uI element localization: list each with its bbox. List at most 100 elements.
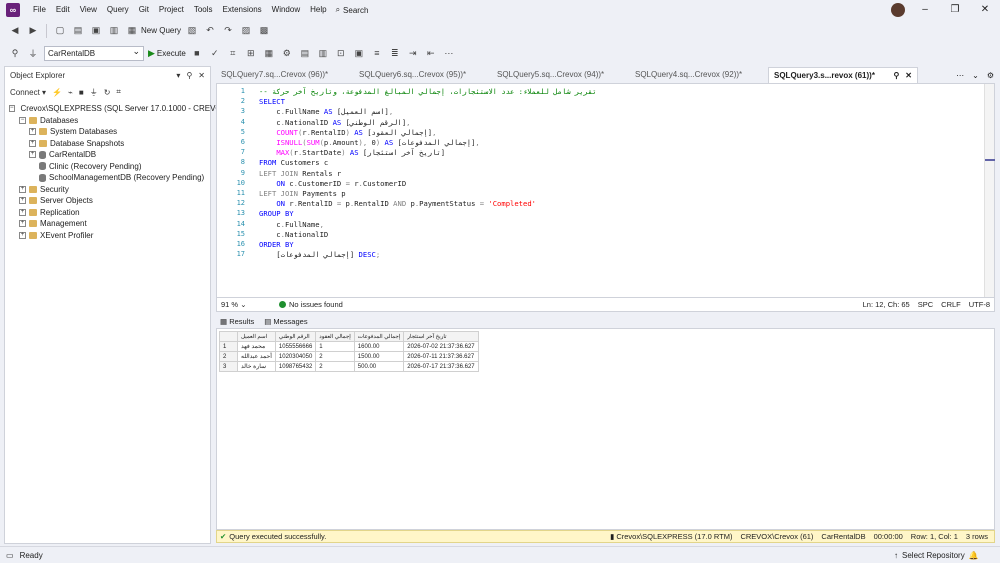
column-header[interactable]: إجمالي العقود bbox=[315, 331, 355, 342]
chevron-down-icon[interactable]: ⌄ bbox=[972, 71, 979, 80]
refresh-icon[interactable]: ↻ bbox=[104, 88, 111, 97]
tab-messages[interactable]: ▤ Messages bbox=[264, 317, 307, 326]
code-line[interactable]: ORDER BY bbox=[259, 240, 294, 250]
statistics-icon[interactable]: ▣ bbox=[352, 46, 366, 60]
tree-node-security[interactable]: + Security bbox=[9, 184, 206, 196]
results-text-icon[interactable]: ▤ bbox=[298, 46, 312, 60]
tab-results[interactable]: ▦ Results bbox=[220, 317, 254, 326]
comment-icon[interactable]: ≡ bbox=[370, 46, 384, 60]
column-header[interactable]: الرقم الوطني bbox=[274, 331, 317, 342]
save-all-icon[interactable]: ▥ bbox=[107, 24, 121, 38]
code-line[interactable]: c.FullName AS [اسم العميل], bbox=[259, 107, 393, 117]
settings-icon[interactable]: ⚙ bbox=[987, 71, 994, 80]
table-cell[interactable]: 2026-07-02 21:37:36.627 bbox=[403, 341, 479, 352]
tree-node-databases[interactable]: − Databases bbox=[9, 115, 206, 127]
code-line[interactable]: FROM Customers c bbox=[259, 158, 328, 168]
code-line[interactable]: ON c.CustomerID = r.CustomerID bbox=[259, 179, 406, 189]
pin-icon[interactable]: ⚲ bbox=[186, 71, 192, 80]
menu-item[interactable]: Query bbox=[102, 0, 134, 20]
issues-indicator[interactable]: No issues found bbox=[279, 300, 343, 309]
table-cell[interactable]: 500.00 bbox=[353, 361, 405, 372]
code-line[interactable]: c.FullName, bbox=[259, 220, 324, 230]
execute-button[interactable]: ▶ Execute bbox=[148, 48, 186, 59]
close-button[interactable]: ✕ bbox=[970, 0, 1000, 20]
table-cell[interactable]: 1055556666 bbox=[274, 341, 317, 352]
pin-icon[interactable]: ⚲ bbox=[893, 68, 899, 83]
stop-icon[interactable]: ■ bbox=[190, 46, 204, 60]
menu-item[interactable]: File bbox=[28, 0, 51, 20]
avatar[interactable] bbox=[891, 3, 905, 17]
disconnect-icon[interactable]: ⌁ bbox=[68, 88, 73, 97]
code-line[interactable]: -- تقرير شامل للعملاء: عدد الاستئجارات، … bbox=[259, 87, 597, 97]
menu-item[interactable]: Git bbox=[134, 0, 154, 20]
tab-sqlquery6[interactable]: SQLQuery6.sq...Crevox (95))* bbox=[354, 67, 492, 83]
more-tabs-icon[interactable]: ⋯ bbox=[956, 71, 964, 80]
cursor-position[interactable]: Ln: 12, Ch: 65 bbox=[863, 300, 910, 309]
new-file-icon[interactable]: ▢ bbox=[53, 24, 67, 38]
table-cell[interactable]: 2026-07-11 21:37:36.627 bbox=[403, 351, 479, 362]
table-cell[interactable]: 2 bbox=[315, 351, 355, 362]
row-number[interactable]: 1 bbox=[219, 341, 238, 352]
line-ending[interactable]: CRLF bbox=[941, 300, 961, 309]
menu-item[interactable]: Extensions bbox=[218, 0, 267, 20]
screenshot-icon[interactable]: ▨ bbox=[239, 24, 253, 38]
code-line[interactable]: GROUP BY bbox=[259, 209, 294, 219]
table-row[interactable]: 3 سارة خالد 1098765432 2 500.00 2026-07-… bbox=[219, 361, 479, 372]
whitespace-mode[interactable]: SPC bbox=[918, 300, 933, 309]
search-box[interactable]: ⌕ Search bbox=[336, 5, 369, 15]
menu-item[interactable]: Edit bbox=[51, 0, 75, 20]
connect-icon[interactable]: ⚡ bbox=[52, 88, 62, 97]
indent-icon[interactable]: ⇥ bbox=[406, 46, 420, 60]
code-line[interactable]: ON r.RentalID = p.RentalID AND p.Payment… bbox=[259, 199, 536, 209]
code-line[interactable]: c.NationalID AS [الرقم الوطني], bbox=[259, 118, 410, 128]
menu-item[interactable]: View bbox=[75, 0, 102, 20]
activity-monitor-icon[interactable]: ⌗ bbox=[116, 87, 121, 97]
table-row[interactable]: 1 محمد فهد 1055556666 1 1600.00 2026-07-… bbox=[219, 341, 479, 352]
database-select[interactable]: CarRentalDB bbox=[44, 45, 144, 61]
sql-editor[interactable]: 1 2 3 4 5 6 7 8 9 10 11 12 13 14 15 16 17 -- تقرير شامل … bbox=[216, 83, 995, 298]
menu-item[interactable]: Project bbox=[154, 0, 189, 20]
tree-node-xevent-profiler[interactable]: + XEvent Profiler bbox=[9, 230, 206, 242]
row-number[interactable]: 3 bbox=[219, 361, 238, 372]
table-cell[interactable]: محمد فهد bbox=[237, 341, 276, 352]
outdent-icon[interactable]: ⇤ bbox=[424, 46, 438, 60]
close-icon[interactable]: ✕ bbox=[198, 71, 205, 80]
tab-sqlquery5[interactable]: SQLQuery5.sq...Crevox (94))* bbox=[492, 67, 630, 83]
stop-icon[interactable]: ■ bbox=[79, 88, 84, 97]
tree-node-carrentaldb[interactable]: + CarRentalDB bbox=[9, 149, 206, 161]
tree-node-replication[interactable]: + Replication bbox=[9, 207, 206, 219]
code-line[interactable]: [إجمالي المدفوعات] DESC; bbox=[259, 250, 380, 260]
filter-icon[interactable]: ⏚ bbox=[90, 87, 98, 98]
table-cell[interactable]: سارة خالد bbox=[237, 361, 276, 372]
table-cell[interactable]: أحمد عبدالله bbox=[237, 351, 276, 362]
tree-node-system-databases[interactable]: + System Databases bbox=[9, 126, 206, 138]
code-line[interactable]: ISNULL(SUM(p.Amount), 0) AS [إجمالي المد… bbox=[259, 138, 479, 148]
menu-item[interactable]: Tools bbox=[189, 0, 218, 20]
table-cell[interactable]: 2026-07-17 21:37:36.627 bbox=[403, 361, 479, 372]
select-repository-button[interactable]: ↑ Select Repository 🔔 bbox=[894, 551, 979, 560]
menu-item[interactable]: Help bbox=[305, 0, 331, 20]
code-line[interactable]: LEFT JOIN Payments p bbox=[259, 189, 346, 199]
code-line[interactable]: c.NationalID bbox=[259, 230, 328, 240]
code-line[interactable]: SELECT bbox=[259, 97, 285, 107]
results-file-icon[interactable]: ▥ bbox=[316, 46, 330, 60]
tree-node-clinic[interactable]: Clinic (Recovery Pending) bbox=[9, 161, 206, 173]
table-cell[interactable]: 1020304050 bbox=[274, 351, 317, 362]
query-icon[interactable]: ▧ bbox=[185, 24, 199, 38]
results-grid-icon[interactable]: ▦ bbox=[262, 46, 276, 60]
open-folder-icon[interactable]: ▤ bbox=[71, 24, 85, 38]
table-cell[interactable]: 1600.00 bbox=[353, 341, 405, 352]
table-cell[interactable]: 2 bbox=[315, 361, 355, 372]
code-area[interactable]: -- تقرير شامل للعملاء: عدد الاستئجارات، … bbox=[259, 84, 974, 297]
table-cell[interactable]: 1 bbox=[315, 341, 355, 352]
tree-node-server[interactable]: − Crevox\SQLEXPRESS (SQL Server 17.0.1000… bbox=[9, 103, 229, 115]
code-line[interactable]: LEFT JOIN Rentals r bbox=[259, 169, 341, 179]
vertical-scrollbar[interactable] bbox=[984, 84, 995, 297]
new-query-button[interactable]: ▦ New Query bbox=[125, 24, 181, 38]
filter-icon[interactable]: ⏚ bbox=[26, 46, 40, 60]
tab-sqlquery4[interactable]: SQLQuery4.sq...Crevox (92))* bbox=[630, 67, 768, 83]
tree-node-management[interactable]: + Management bbox=[9, 218, 206, 230]
table-row[interactable]: 2 أحمد عبدالله 1020304050 2 1500.00 2026… bbox=[219, 351, 479, 362]
query-options-icon[interactable]: ⊞ bbox=[244, 46, 258, 60]
bell-icon[interactable]: 🔔 bbox=[969, 551, 979, 560]
